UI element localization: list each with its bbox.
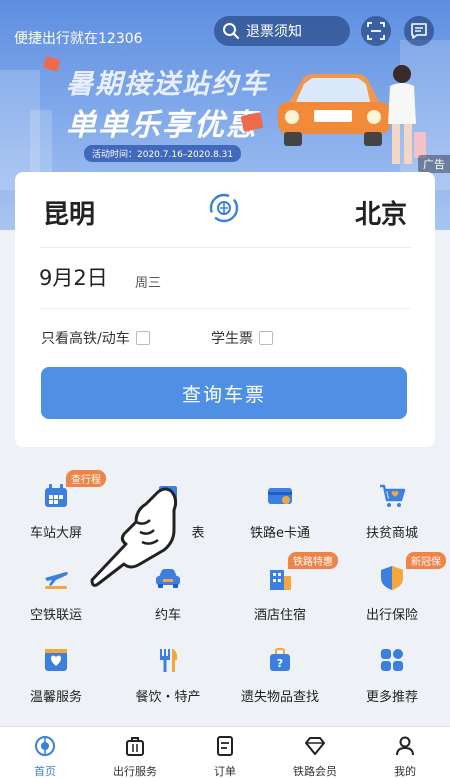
high-speed-only-label: 只看高铁/动车 <box>41 331 130 347</box>
travel-service-icon <box>126 737 144 756</box>
promo-date: 活动时间：2020.7.16–2020.8.31 <box>84 145 242 162</box>
refund-notice-search[interactable]: 退票须知 <box>214 16 350 46</box>
nav-label: 首页 <box>34 765 56 778</box>
nav-label: 出行服务 <box>113 765 157 778</box>
grid-item-service[interactable]: 温馨服务 <box>0 634 112 706</box>
ticket-search-card: 昆明 北京 9月2日 周三 只看高铁/动车 学生票 查询车票 <box>15 172 435 447</box>
coupon-illustration-2 <box>43 56 61 72</box>
grid-badge: 铁路特惠 <box>288 552 338 569</box>
grid-item-lost-found[interactable]: ? 遗失物品查找 <box>224 634 336 706</box>
grid-item-label: 遗失物品查找 <box>240 690 319 705</box>
lost-found-icon: ? <box>270 648 290 671</box>
departure-weekday: 周三 <box>135 276 162 291</box>
scan-icon <box>367 22 385 40</box>
student-ticket-checkbox[interactable] <box>259 331 273 345</box>
profile-icon <box>396 736 414 756</box>
nav-label: 我的 <box>394 765 416 778</box>
promo-headline: 暑期接送站约车 <box>66 69 269 100</box>
more-icon <box>381 649 403 671</box>
grid-item-label: 约车 <box>154 608 181 623</box>
student-ticket-option[interactable]: 学生票 <box>211 328 273 348</box>
nav-travel-service[interactable]: 出行服务 <box>90 727 180 778</box>
high-speed-only-checkbox[interactable] <box>135 331 150 345</box>
bottom-nav: 首页 出行服务 订单 铁路会员 我的 <box>0 726 450 778</box>
car-illustration <box>278 74 390 146</box>
nav-profile[interactable]: 我的 <box>360 727 450 778</box>
order-icon <box>217 736 233 756</box>
scan-button[interactable] <box>361 16 391 46</box>
nav-member[interactable]: 铁路会员 <box>270 727 360 778</box>
grid-item-more[interactable]: 更多推荐 <box>336 634 448 706</box>
grid-item-hotel[interactable]: 铁路特惠 酒店住宿 <box>224 552 338 624</box>
ad-tag: 广告 <box>418 155 450 173</box>
student-ticket-label: 学生票 <box>211 331 253 347</box>
from-city[interactable]: 昆明 <box>43 194 95 231</box>
message-button[interactable] <box>404 16 434 46</box>
grid-item-label: 铁路e卡通 <box>250 526 310 541</box>
dining-icon <box>160 649 178 672</box>
divider <box>39 247 411 248</box>
promo-subheadline: 单单乐享优惠 <box>66 108 258 143</box>
grid-item-shop[interactable]: 扶贫商城 <box>336 470 448 542</box>
divider <box>39 308 411 309</box>
e-card-icon <box>268 488 292 504</box>
grid-item-label: 出行保险 <box>365 608 418 623</box>
message-icon <box>411 23 427 39</box>
departure-date[interactable]: 9月2日 <box>39 262 108 292</box>
to-city[interactable]: 北京 <box>355 194 407 231</box>
grid-item-label: 空铁联运 <box>29 608 82 623</box>
grid-item-label: 餐饮・特产 <box>135 690 201 705</box>
grid-item-label: 更多推荐 <box>365 690 418 705</box>
nav-label: 铁路会员 <box>293 765 337 778</box>
grid-badge: 新冠保 <box>406 552 446 569</box>
svg-text:?: ? <box>277 657 283 670</box>
insurance-icon <box>381 566 403 590</box>
pointing-hand-icon <box>90 487 178 587</box>
grid-item-e-card[interactable]: 铁路e卡通 <box>224 470 336 542</box>
grid-item-insurance[interactable]: 新冠保 出行保险 <box>336 552 448 624</box>
grid-item-label: 酒店住宿 <box>253 608 306 623</box>
home-icon <box>35 736 55 756</box>
air-rail-icon <box>45 572 68 589</box>
coupon-illustration <box>240 112 264 132</box>
nav-home[interactable]: 首页 <box>0 727 90 778</box>
member-icon <box>305 737 325 755</box>
query-tickets-button[interactable]: 查询车票 <box>41 367 407 419</box>
nav-label: 订单 <box>214 765 236 778</box>
grid-item-dining[interactable]: 餐饮・特产 <box>112 634 224 706</box>
service-icon <box>45 649 67 671</box>
nav-order[interactable]: 订单 <box>180 727 270 778</box>
grid-item-label: 扶贫商城 <box>365 526 418 541</box>
high-speed-only-option[interactable]: 只看高铁/动车 <box>41 328 150 348</box>
swap-cities-icon[interactable] <box>208 192 240 224</box>
shopping-cart-icon <box>380 484 406 507</box>
grid-item-label: 温馨服务 <box>29 690 82 705</box>
search-text: 退票须知 <box>246 24 302 40</box>
app-tagline: 便捷出行就在12306 <box>14 31 143 47</box>
search-icon <box>223 23 239 39</box>
